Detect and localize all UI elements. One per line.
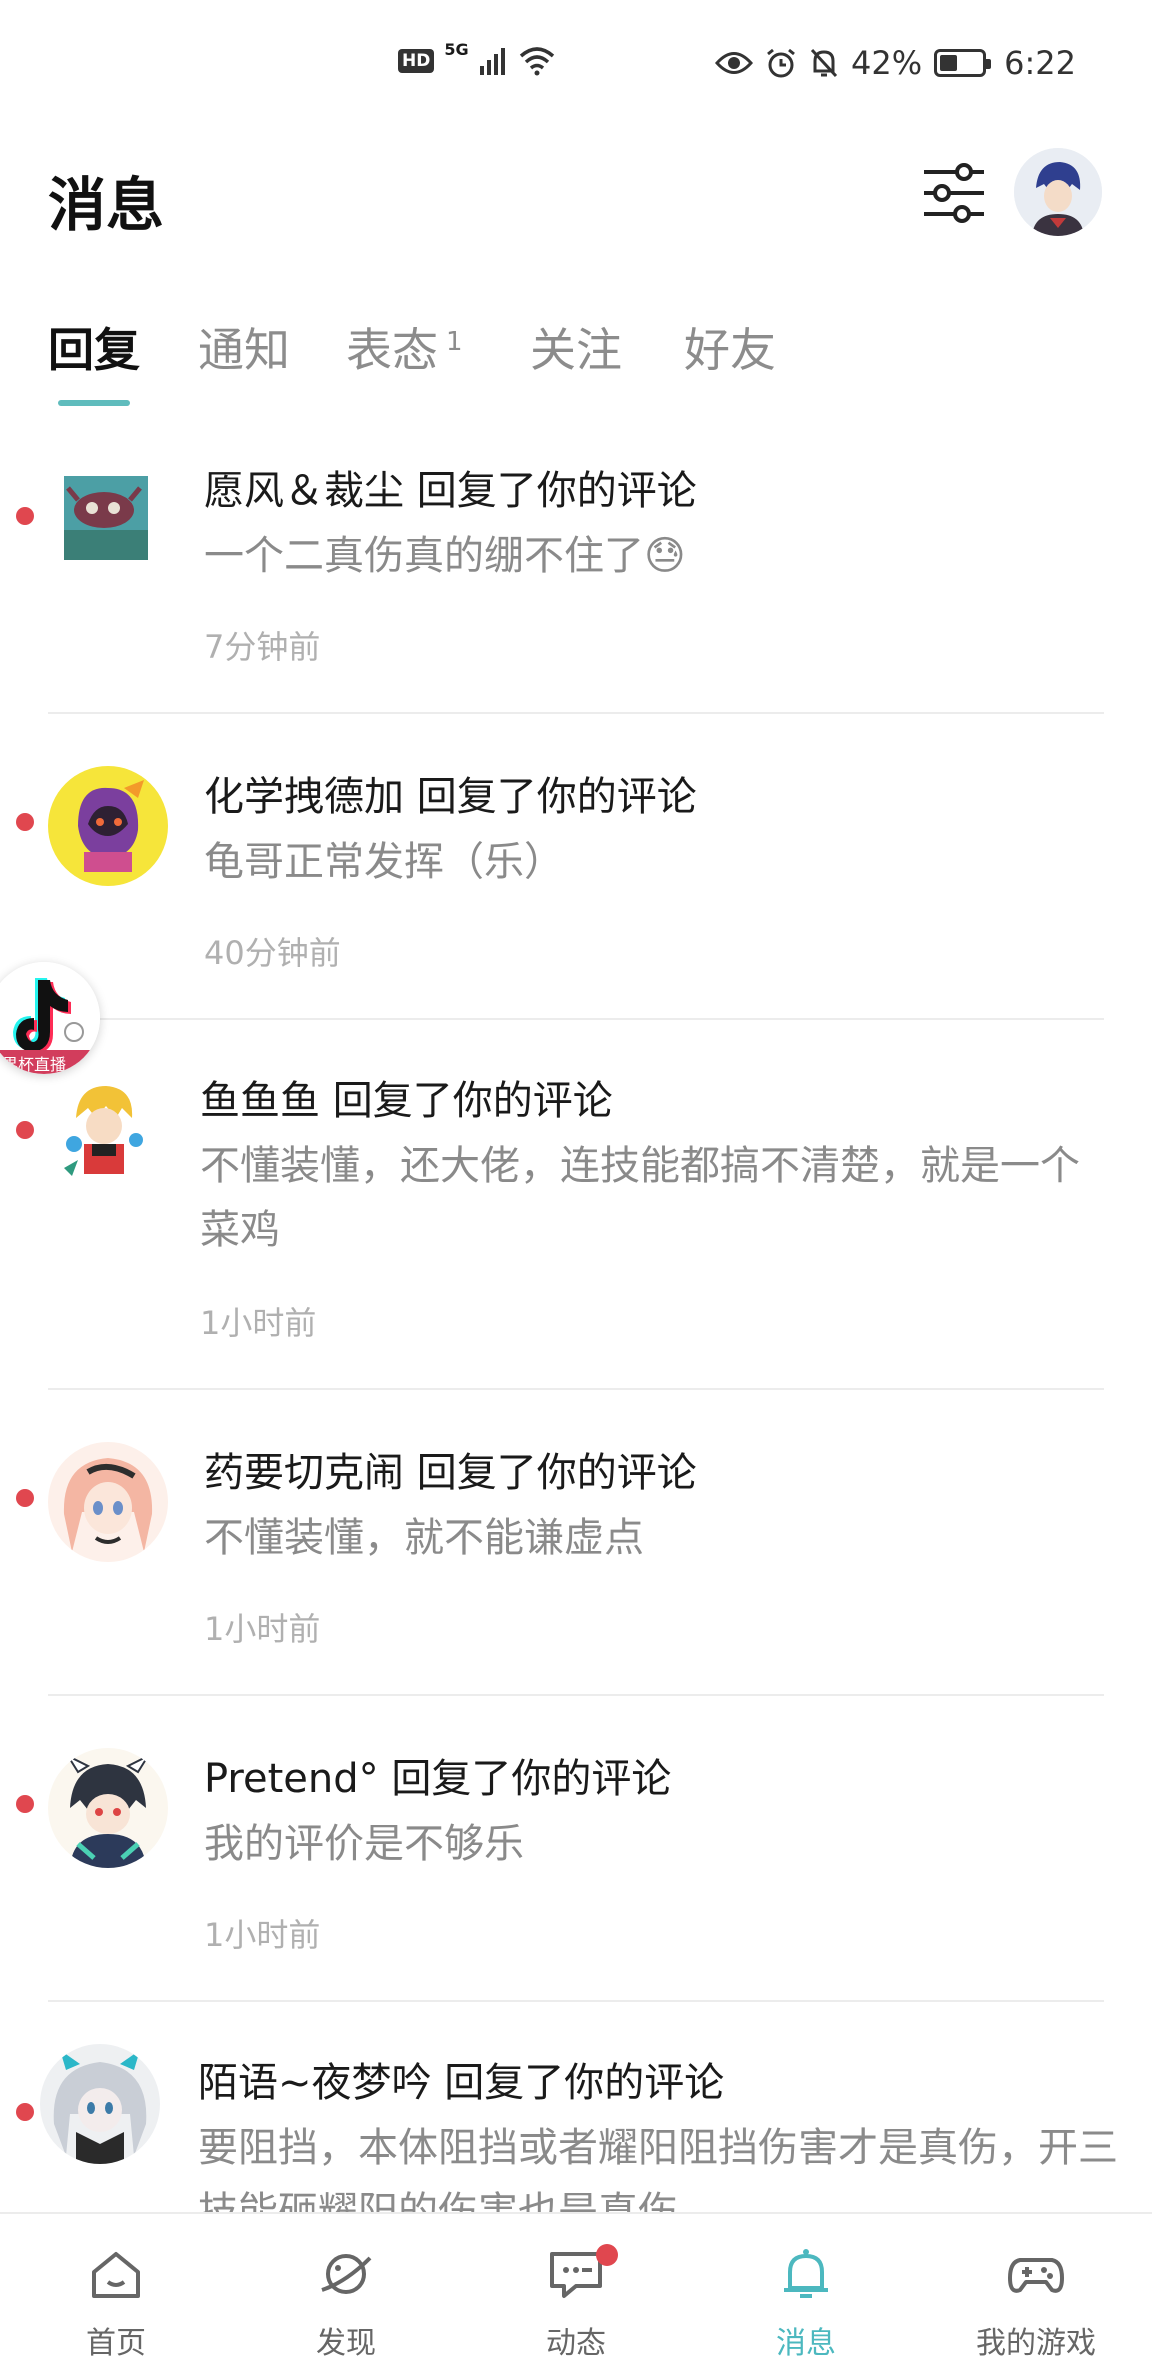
list-item[interactable]: 愿风＆裁尘 回复了你的评论 一个二真伤真的绷不住了😓 7分钟前 bbox=[0, 410, 1152, 716]
reply-content: 不懂装懂，就不能谦虚点 bbox=[204, 1515, 644, 1561]
battery-icon bbox=[934, 49, 992, 77]
list-item[interactable]: 化学拽德加 回复了你的评论 龟哥正常发挥（乐） 40分钟前 bbox=[0, 716, 1152, 1022]
wifi-icon bbox=[519, 47, 554, 76]
reply-title: 化学拽德加 回复了你的评论 bbox=[204, 774, 697, 820]
nav-label: 消息 bbox=[776, 2326, 836, 2361]
home-icon bbox=[92, 2252, 140, 2298]
reply-content: 我的评价是不够乐 bbox=[204, 1821, 524, 1867]
reply-title: 鱼鱼鱼 回复了你的评论 bbox=[200, 1078, 613, 1124]
tab-friends[interactable]: 好友 bbox=[684, 314, 776, 380]
signal-icon bbox=[479, 48, 505, 75]
tab-follow[interactable]: 关注 bbox=[530, 314, 622, 380]
reply-content: 龟哥正常发挥（乐） bbox=[204, 839, 564, 885]
reply-title: 药要切克闹 回复了你的评论 bbox=[204, 1450, 697, 1496]
status-left: HD 5G bbox=[398, 40, 555, 76]
unread-dot bbox=[596, 2244, 618, 2266]
tab-label: 好友 bbox=[684, 323, 776, 377]
avatar-image bbox=[1014, 148, 1102, 236]
battery-fill bbox=[940, 55, 958, 71]
divider bbox=[48, 1018, 1104, 1020]
status-right: 42% 6:22 bbox=[715, 44, 1076, 82]
divider bbox=[48, 1388, 1104, 1390]
live-widget-label: 界杯直播 bbox=[2, 1055, 67, 1074]
avatar-image bbox=[44, 1068, 164, 1188]
active-tab-indicator bbox=[58, 400, 130, 406]
message-tabs: 回复 通知 表态 1 关注 好友 bbox=[48, 300, 1108, 410]
network-type: 5G bbox=[444, 40, 469, 59]
battery-percent: 42% bbox=[851, 44, 923, 82]
avatar bbox=[40, 2044, 160, 2164]
reply-time: 1小时前 bbox=[200, 1304, 317, 1342]
nav-home[interactable]: 首页 bbox=[36, 2214, 196, 2376]
mute-bell-icon bbox=[810, 48, 838, 78]
alarm-icon bbox=[767, 48, 795, 78]
nav-discover[interactable]: 发现 bbox=[266, 2214, 426, 2376]
divider bbox=[48, 2000, 1104, 2002]
avatar bbox=[48, 1748, 168, 1868]
nav-label: 动态 bbox=[546, 2326, 606, 2361]
reply-time: 1小时前 bbox=[204, 1916, 321, 1954]
reply-title: Pretend° 回复了你的评论 bbox=[204, 1756, 672, 1802]
tab-label: 通知 bbox=[198, 323, 290, 377]
reply-content: 一个二真伤真的绷不住了😓 bbox=[204, 533, 686, 579]
reply-time: 7分钟前 bbox=[204, 628, 321, 666]
tab-label: 表态 bbox=[346, 323, 438, 377]
nav-messages[interactable]: 消息 bbox=[726, 2214, 886, 2376]
list-item[interactable]: 鱼鱼鱼 回复了你的评论 不懂装懂，还大佬，连技能都搞不清楚，就是一个菜鸡 1小时… bbox=[0, 1022, 1152, 1392]
unread-dot bbox=[16, 2103, 34, 2121]
reply-list: 愿风＆裁尘 回复了你的评论 一个二真伤真的绷不住了😓 7分钟前 化学拽德加 回复… bbox=[0, 410, 1152, 2212]
hd-badge: HD bbox=[398, 49, 435, 73]
divider bbox=[48, 1694, 1104, 1696]
filter-settings-button[interactable] bbox=[922, 158, 986, 228]
unread-dot bbox=[16, 1121, 34, 1139]
reply-content: 要阻挡，本体阻挡或者耀阳阻挡伤害才是真伤，开三技能砸耀阳的伤害也是真伤 bbox=[198, 2125, 1118, 2212]
user-avatar[interactable] bbox=[1014, 148, 1102, 236]
eye-icon bbox=[715, 52, 754, 74]
avatar-image bbox=[64, 476, 148, 560]
tab-label: 关注 bbox=[530, 323, 622, 377]
reply-content: 不懂装懂，还大佬，连技能都搞不清楚，就是一个菜鸡 bbox=[200, 1143, 1080, 1253]
nav-label: 首页 bbox=[86, 2326, 146, 2361]
nav-feed[interactable]: 动态 bbox=[496, 2214, 656, 2376]
unread-dot bbox=[16, 813, 34, 831]
avatar-image bbox=[48, 1748, 168, 1868]
reply-time: 40分钟前 bbox=[204, 934, 341, 972]
reply-time: 1小时前 bbox=[204, 1610, 321, 1648]
avatar bbox=[48, 766, 168, 886]
status-bar: HD 5G 42% 6:22 bbox=[0, 0, 1152, 130]
divider bbox=[48, 712, 1104, 714]
tab-reaction[interactable]: 表态 1 bbox=[346, 314, 463, 380]
page-header: 消息 bbox=[0, 130, 1152, 260]
planet-icon bbox=[321, 2254, 372, 2294]
clock-time: 6:22 bbox=[1004, 44, 1076, 82]
gamepad-icon bbox=[1008, 2258, 1064, 2293]
page-title: 消息 bbox=[48, 171, 165, 239]
bell-icon bbox=[784, 2249, 828, 2298]
unread-dot bbox=[16, 507, 34, 525]
reply-title: 愿风＆裁尘 回复了你的评论 bbox=[204, 468, 697, 514]
tab-count-badge: 1 bbox=[446, 326, 463, 357]
nav-label: 我的游戏 bbox=[976, 2326, 1096, 2361]
sliders-icon bbox=[924, 163, 984, 223]
avatar-image bbox=[48, 766, 168, 886]
avatar bbox=[44, 1068, 164, 1188]
avatar-image bbox=[48, 1442, 168, 1562]
list-item[interactable]: Pretend° 回复了你的评论 我的评价是不够乐 1小时前 bbox=[0, 1698, 1152, 2004]
avatar bbox=[48, 1442, 168, 1562]
avatar bbox=[48, 460, 158, 570]
tab-notification[interactable]: 通知 bbox=[198, 314, 290, 380]
unread-dot bbox=[16, 1795, 34, 1813]
tab-label: 回复 bbox=[48, 323, 140, 377]
avatar-image bbox=[40, 2044, 160, 2164]
unread-dot bbox=[16, 1489, 34, 1507]
tab-reply[interactable]: 回复 bbox=[48, 314, 140, 380]
bottom-navigation: 首页 发现 动态 消息 我的游戏 bbox=[0, 2212, 1152, 2376]
nav-label: 发现 bbox=[316, 2326, 376, 2361]
list-item[interactable]: 药要切克闹 回复了你的评论 不懂装懂，就不能谦虚点 1小时前 bbox=[0, 1392, 1152, 1698]
reply-title: 陌语~夜梦吟 回复了你的评论 bbox=[198, 2060, 725, 2106]
nav-my-games[interactable]: 我的游戏 bbox=[956, 2214, 1116, 2376]
list-item[interactable]: 陌语~夜梦吟 回复了你的评论 要阻挡，本体阻挡或者耀阳阻挡伤害才是真伤，开三技能… bbox=[0, 2004, 1152, 2212]
